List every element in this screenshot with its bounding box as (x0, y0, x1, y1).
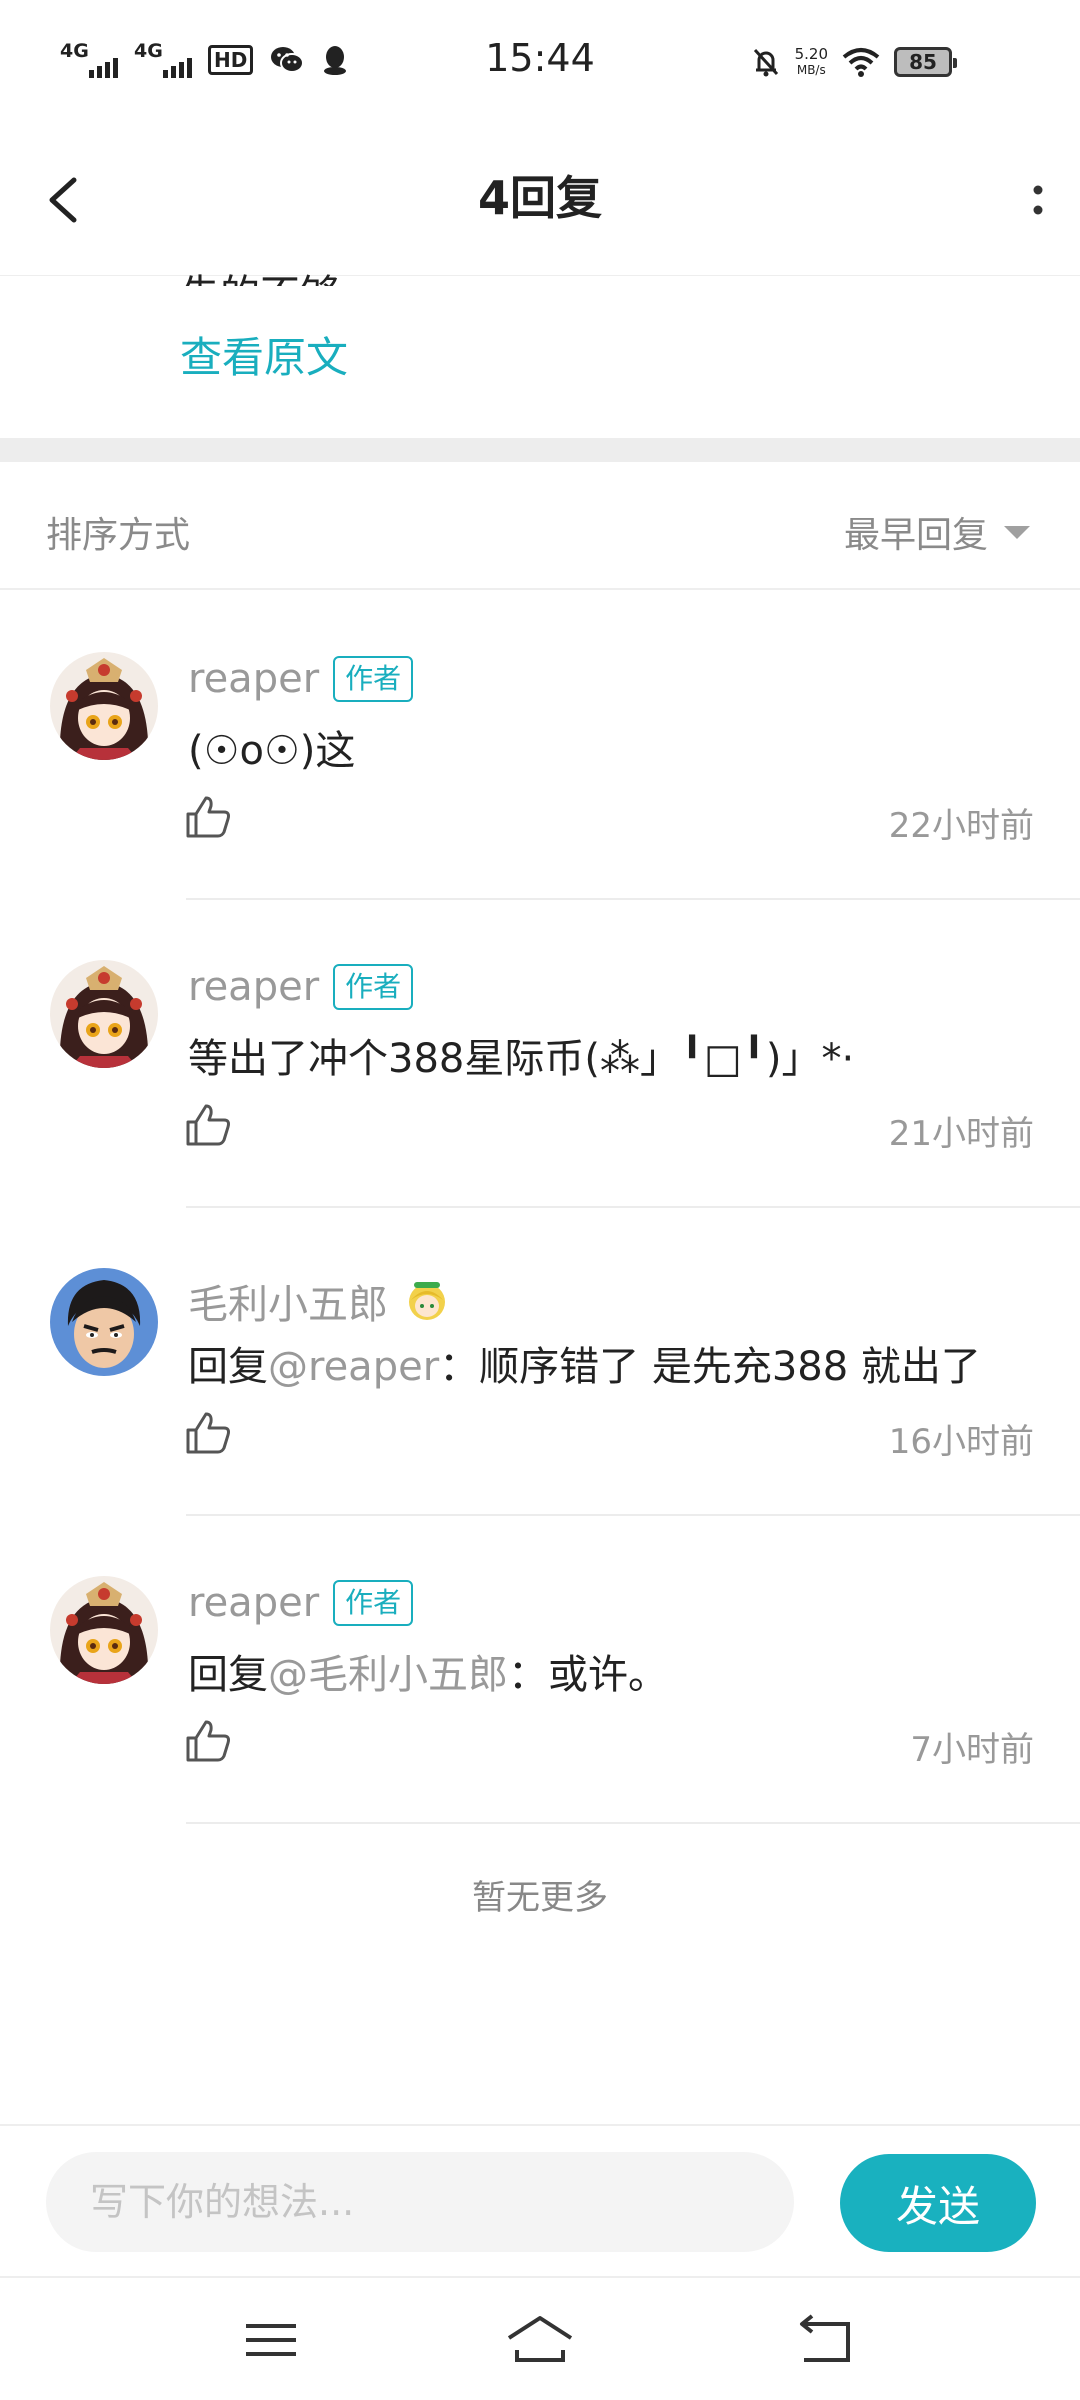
like-button[interactable] (184, 792, 234, 842)
wifi-icon (842, 48, 880, 77)
thumbs-up-icon (186, 1104, 230, 1146)
nav-back-button[interactable] (790, 2310, 860, 2370)
comment-time: 16小时前 (888, 1422, 1034, 1462)
bell-off-icon (753, 48, 778, 77)
divider (186, 1822, 1080, 1824)
original-post-snippet: 先的不够 (180, 262, 340, 286)
header-bar: 4回复 (0, 120, 1080, 276)
comment-time: 7小时前 (910, 1730, 1034, 1770)
comment-header: 毛利小五郎 (188, 1272, 452, 1330)
avatar[interactable] (50, 1268, 158, 1376)
system-nav-bar (0, 2276, 1080, 2400)
comment-header: reaper 作者 (188, 1580, 414, 1626)
like-button[interactable] (184, 1100, 234, 1150)
sort-label: 排序方式 (46, 515, 191, 556)
comment-time: 22小时前 (888, 806, 1034, 846)
reply-body: ：或许。 (508, 1652, 668, 1698)
comment-header: reaper 作者 (188, 656, 414, 702)
anime-girl-avatar-icon (50, 960, 158, 1068)
username[interactable]: 毛利小五郎 (188, 1272, 388, 1330)
net-speed-unit: MB/s (796, 63, 826, 77)
author-badge: 作者 (333, 1580, 414, 1626)
comment-text: 回复@毛利小五郎：或许。 (188, 1642, 668, 1700)
avatar[interactable] (50, 1576, 158, 1684)
nav-menu-button[interactable] (236, 2310, 306, 2370)
reply-prefix: 回复 (188, 1652, 268, 1698)
comment-item: reaper 作者 (☉o☉)这 22小时前 (0, 592, 1080, 900)
comment-item: reaper 作者 回复@毛利小五郎：或许。 7小时前 (0, 1516, 1080, 1824)
menu-icon (246, 2324, 296, 2356)
username[interactable]: reaper (188, 1580, 319, 1626)
sort-selected-value: 最早回复 (843, 515, 988, 556)
status-right: 5.20 MB/s 85 (751, 40, 957, 84)
like-button[interactable] (184, 1716, 234, 1766)
username[interactable]: reaper (188, 964, 319, 1010)
more-options-button[interactable] (1000, 160, 1060, 236)
mention-link[interactable]: @毛利小五郎 (268, 1652, 508, 1698)
mention-link[interactable]: @reaper (268, 1344, 439, 1390)
anime-girl-avatar-icon (50, 1576, 158, 1684)
reply-prefix: 回复 (188, 1344, 268, 1390)
nav-home-button[interactable] (505, 2310, 575, 2370)
no-more-label: 暂无更多 (472, 1878, 608, 1918)
comment-item: reaper 作者 等出了冲个388星际币(⁂」╹□╹)」*· 21小时前 (0, 900, 1080, 1208)
status-bar: 4G 4G HD 15:44 5.20 MB/s 85 (0, 0, 1080, 120)
view-original-link[interactable]: 查看原文 (180, 324, 348, 385)
comment-text: 回复@reaper：顺序错了 是先充388 就出了 (188, 1334, 981, 1392)
more-vertical-icon (1033, 185, 1043, 215)
section-divider (0, 438, 1080, 462)
comment-header: reaper 作者 (188, 964, 414, 1010)
net-speed: 5.20 MB/s (795, 46, 828, 78)
caret-down-icon (1004, 525, 1030, 539)
thumbs-up-icon (186, 1412, 230, 1454)
back-icon (800, 2314, 850, 2362)
author-badge: 作者 (333, 964, 414, 1010)
like-button[interactable] (184, 1408, 234, 1458)
page-title: 4回复 (477, 171, 602, 225)
character-badge-icon (409, 1282, 445, 1320)
comment-item: 毛利小五郎 回复@reaper：顺序错了 是先充388 就出了 16小时前 (0, 1208, 1080, 1516)
sort-dropdown[interactable]: 最早回复 (844, 506, 1030, 558)
sort-row: 排序方式 最早回复 (0, 462, 1080, 590)
reply-body: ：顺序错了 是先充388 就出了 (439, 1344, 981, 1390)
username[interactable]: reaper (188, 656, 319, 702)
comment-text: 等出了冲个388星际币(⁂」╹□╹)」*· (188, 1036, 855, 1082)
thumbs-up-icon (186, 1720, 230, 1762)
avatar[interactable] (50, 960, 158, 1068)
comment-text: (☉o☉)这 (188, 728, 356, 774)
anime-girl-avatar-icon (50, 652, 158, 760)
reply-input-bar: 发送 (0, 2124, 1080, 2276)
reply-input[interactable] (46, 2152, 794, 2252)
thumbs-up-icon (186, 796, 230, 838)
avatar[interactable] (50, 652, 158, 760)
battery-indicator: 85 (894, 47, 957, 77)
detective-avatar-icon (50, 1268, 158, 1376)
comment-time: 21小时前 (888, 1114, 1034, 1154)
net-speed-value: 5.20 (794, 45, 828, 63)
send-button[interactable]: 发送 (840, 2154, 1036, 2252)
home-icon (507, 2316, 573, 2362)
author-badge: 作者 (333, 656, 414, 702)
